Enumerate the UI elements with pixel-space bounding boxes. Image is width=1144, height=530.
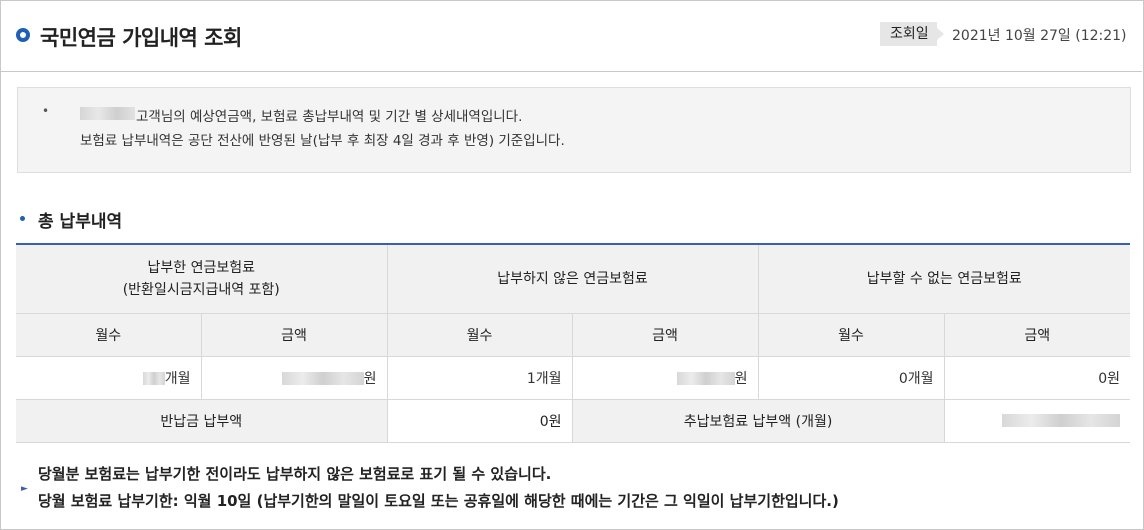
subheader-amount: 금액: [571, 312, 759, 357]
subheader-months: 월수: [16, 312, 202, 357]
notice-bullet-icon: •: [42, 104, 50, 118]
footer-notice-1: 당월분 보험료는 납부기한 전이라도 납부하지 않은 보험료로 표기 될 수 있…: [38, 465, 552, 483]
masked-value: [1002, 414, 1120, 427]
subheader-months: 월수: [757, 312, 945, 357]
cannot-amount-cell: 0원: [943, 355, 1130, 400]
header-cannot-pay: 납부할 수 없는 연금보험료: [757, 243, 1130, 314]
masked-value: [676, 372, 735, 385]
paid-months-cell: 개월: [16, 355, 202, 400]
caret-right-icon: ►: [21, 484, 28, 494]
table-row: 반납금 납부액 0원 추납보험료 납부액 (개월): [16, 398, 1130, 443]
total-payment-table: 납부한 연금보험료 (반환일시금지급내역 포함) 납부하지 않은 연금보험료 납…: [16, 243, 1130, 443]
section-title: 총 납부내역: [38, 212, 123, 232]
masked-customer-name: [80, 107, 135, 120]
header-unpaid: 납부하지 않은 연금보험료: [386, 243, 759, 314]
page-title: 국민연금 가입내역 조회: [40, 26, 242, 50]
page-header: 국민연금 가입내역 조회 조회일 2021년 10월 27일 (12:21): [0, 0, 1142, 72]
header-paid: 납부한 연금보험료 (반환일시금지급내역 포함): [16, 243, 388, 314]
paid-amount-suffix: 원: [363, 370, 377, 387]
notice-line-2: 보험료 납부내역은 공단 전산에 반영된 날(납부 후 최장 4일 경과 후 반…: [80, 133, 565, 149]
additional-payment-label: 추납보험료 납부액 (개월): [571, 398, 945, 443]
footer-notice-2: 당월 보험료 납부기한: 익월 10일 (납부기한의 말일이 토요일 또는 공휴…: [38, 492, 839, 510]
masked-value: [281, 372, 364, 385]
paid-months-suffix: 개월: [164, 370, 191, 387]
ring-bullet-icon: [16, 28, 30, 42]
notice-line-1: 고객님의 예상연금액, 보험료 총납부내역 및 기간 별 상세내역입니다.: [136, 109, 523, 125]
table-row: 개월 원 1개월 원 0개월 0원: [16, 355, 1130, 400]
subheader-amount: 금액: [943, 312, 1130, 357]
query-date: 2021년 10월 27일 (12:21): [952, 28, 1127, 44]
paid-amount-cell: 원: [200, 355, 388, 400]
cannot-months-cell: 0개월: [757, 355, 945, 400]
masked-value: [142, 372, 165, 385]
subheader-months: 월수: [386, 312, 573, 357]
dot-bullet-icon: [20, 216, 25, 221]
unpaid-amount-suffix: 원: [734, 370, 748, 387]
date-label-badge: 조회일: [880, 22, 944, 46]
additional-payment-value: [943, 398, 1130, 443]
unpaid-months-cell: 1개월: [386, 355, 573, 400]
notice-box: • 고객님의 예상연금액, 보험료 총납부내역 및 기간 별 상세내역입니다. …: [17, 87, 1131, 173]
refund-value: 0원: [386, 398, 573, 443]
refund-label: 반납금 납부액: [16, 398, 388, 443]
subheader-amount: 금액: [200, 312, 388, 357]
unpaid-amount-cell: 원: [571, 355, 759, 400]
header-paid-line1: 납부한 연금보험료: [147, 259, 256, 276]
header-paid-line2: (반환일시금지급내역 포함): [122, 281, 280, 298]
